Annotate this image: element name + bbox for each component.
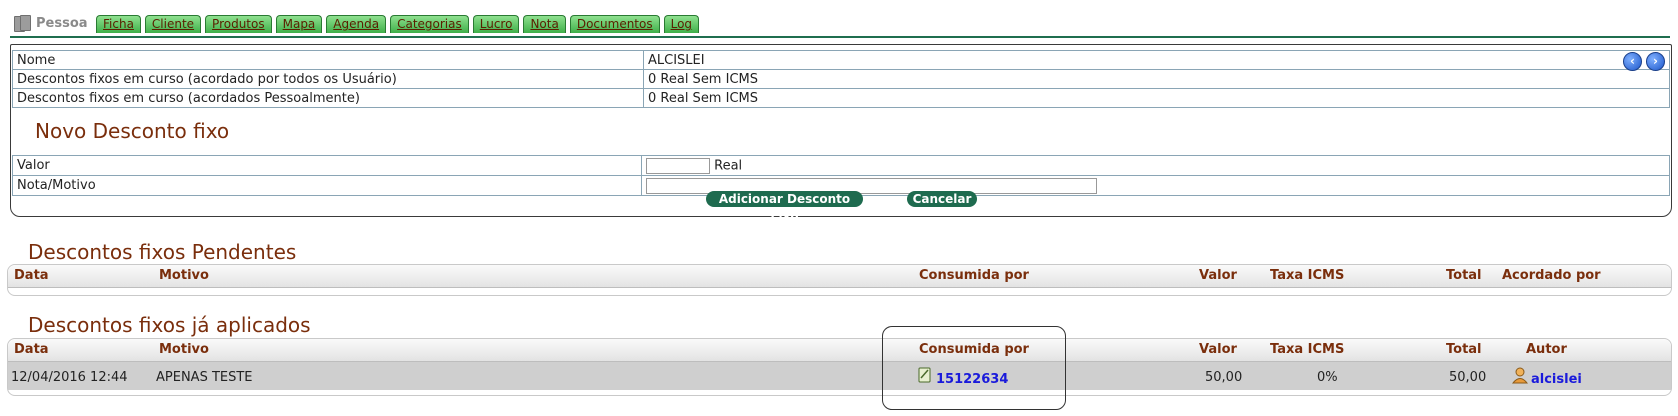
row-motivo: APENAS TESTE: [156, 370, 253, 385]
pendentes-header: Data Motivo Consumida por Valor Taxa ICM…: [8, 265, 1671, 288]
col-total: Total: [1446, 268, 1482, 283]
tab-produtos[interactable]: Produtos: [205, 15, 272, 33]
col-acordado: Acordado por: [1502, 268, 1601, 283]
info-value: 0 Real Sem ICMS: [643, 69, 1670, 89]
col-data: Data: [14, 268, 49, 283]
tabs: Ficha Cliente Produtos Mapa Agenda Categ…: [96, 15, 700, 33]
highlight-box: [882, 326, 1066, 410]
col-taxa: Taxa ICMS: [1270, 342, 1345, 357]
user-icon: [1511, 366, 1529, 388]
novo-desconto-form: Valor Real Nota/Motivo: [12, 155, 1670, 196]
tab-categorias[interactable]: Categorias: [390, 15, 469, 33]
col-total: Total: [1446, 342, 1482, 357]
valor-cell: Real: [641, 155, 1670, 176]
valor-unit: Real: [714, 158, 743, 173]
brand-label: Pessoa: [36, 15, 88, 31]
row-valor: 50,00: [1205, 370, 1243, 385]
col-taxa: Taxa ICMS: [1270, 268, 1345, 283]
tab-agenda[interactable]: Agenda: [326, 15, 387, 33]
info-value: ALCISLEI: [643, 50, 1670, 70]
form-row-valor: Valor Real: [12, 155, 1670, 176]
info-row-descontos-todos: Descontos fixos em curso (acordado por t…: [12, 69, 1670, 89]
col-motivo: Motivo: [159, 268, 209, 283]
record-navigation: ‹ ›: [1623, 52, 1665, 71]
person-panel: Nome ALCISLEI Descontos fixos em curso (…: [10, 44, 1672, 222]
col-motivo: Motivo: [159, 342, 209, 357]
tab-cliente[interactable]: Cliente: [144, 15, 202, 33]
row-data: 12/04/2016 12:44: [11, 370, 128, 385]
add-desconto-button[interactable]: Adicionar Desconto Fixo: [706, 191, 863, 222]
valor-label: Valor: [12, 155, 642, 176]
info-label: Nome: [12, 50, 644, 70]
row-total: 50,00: [1449, 370, 1487, 385]
tab-documentos[interactable]: Documentos: [569, 15, 660, 33]
aplicados-header: Data Motivo Consumida por Valor Taxa ICM…: [8, 339, 1671, 362]
info-row-nome: Nome ALCISLEI: [12, 50, 1670, 70]
info-table: Nome ALCISLEI Descontos fixos em curso (…: [12, 50, 1670, 108]
col-valor: Valor: [1199, 268, 1237, 283]
books-icon: [14, 15, 32, 32]
col-data: Data: [14, 342, 49, 357]
brand: Pessoa: [14, 15, 88, 32]
col-consumida: Consumida por: [919, 268, 1029, 283]
tab-lucro[interactable]: Lucro: [472, 15, 520, 33]
pendentes-title: Descontos fixos Pendentes: [28, 240, 297, 264]
novo-desconto-title: Novo Desconto fixo: [35, 119, 230, 143]
autor-link[interactable]: alcislei: [1531, 372, 1582, 387]
tab-nota[interactable]: Nota: [523, 15, 566, 33]
tab-bar: Pessoa Ficha Cliente Produtos Mapa Agend…: [10, 12, 1670, 38]
info-label: Descontos fixos em curso (acordados Pess…: [12, 88, 644, 108]
col-autor: Autor: [1526, 342, 1567, 357]
aplicados-list: Data Motivo Consumida por Valor Taxa ICM…: [7, 338, 1672, 396]
info-row-descontos-pessoal: Descontos fixos em curso (acordados Pess…: [12, 88, 1670, 108]
tab-ficha[interactable]: Ficha: [96, 15, 141, 33]
nota-label: Nota/Motivo: [12, 175, 642, 196]
arrow-right-icon[interactable]: ›: [1646, 52, 1665, 71]
cancel-button[interactable]: Cancelar: [907, 191, 977, 207]
pendentes-list: Data Motivo Consumida por Valor Taxa ICM…: [7, 264, 1672, 296]
info-label: Descontos fixos em curso (acordado por t…: [12, 69, 644, 89]
valor-input[interactable]: [646, 157, 710, 174]
col-valor: Valor: [1199, 342, 1237, 357]
row-taxa: 0%: [1317, 370, 1338, 385]
table-row: 12/04/2016 12:44 APENAS TESTE 15122634 5…: [8, 362, 1671, 390]
info-value: 0 Real Sem ICMS: [643, 88, 1670, 108]
tab-log[interactable]: Log: [663, 15, 700, 33]
aplicados-title: Descontos fixos já aplicados: [28, 313, 311, 337]
arrow-left-icon[interactable]: ‹: [1623, 52, 1642, 71]
tab-mapa[interactable]: Mapa: [275, 15, 323, 33]
